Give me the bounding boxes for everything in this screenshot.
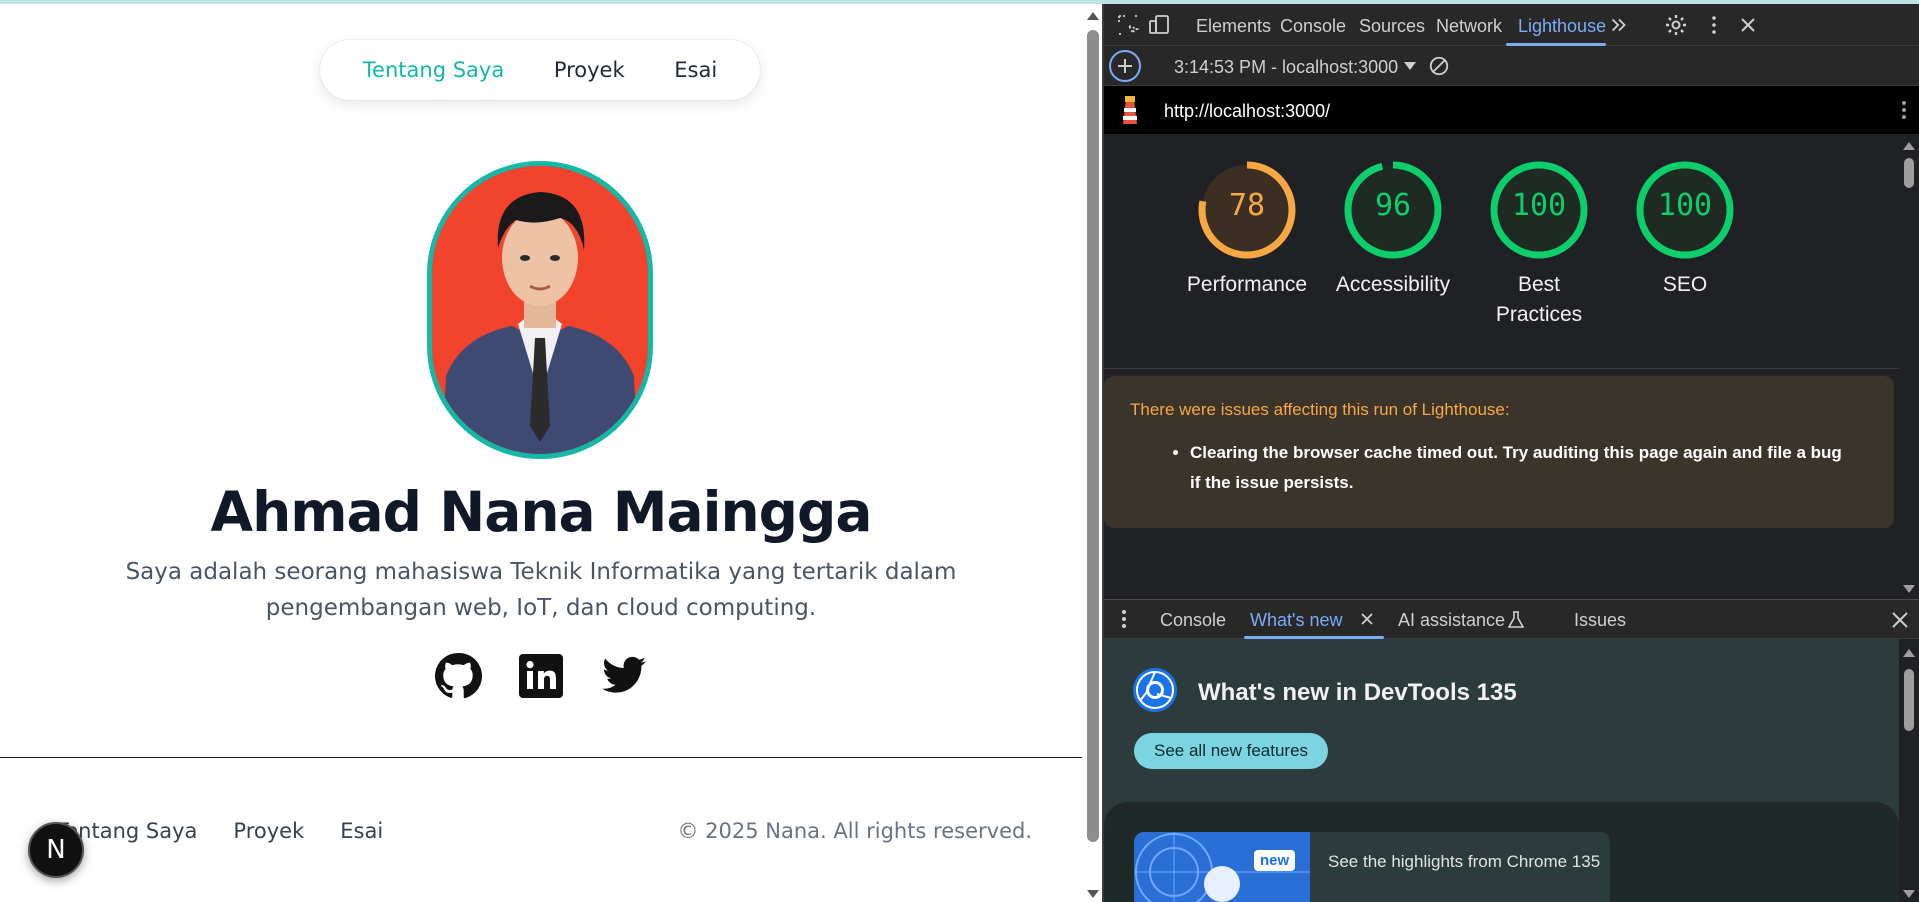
nav-link-esai[interactable]: Esai	[674, 58, 717, 82]
close-tab-icon[interactable]	[1360, 612, 1374, 626]
scroll-down-arrow-icon[interactable]	[1087, 890, 1099, 898]
drawer-scrollbar-thumb[interactable]	[1904, 669, 1914, 731]
score-label: Best Practices	[1495, 273, 1583, 326]
nextjs-dev-badge[interactable]: N	[28, 822, 84, 878]
drawer-tab-issues[interactable]: Issues	[1574, 610, 1626, 631]
lighthouse-report: 78 Performance 96 Accessibility 100 Best…	[1104, 134, 1899, 599]
score-value: 78	[1228, 188, 1266, 223]
footer-divider	[0, 757, 1082, 758]
scroll-up-arrow-icon[interactable]	[1903, 649, 1915, 657]
twitter-icon[interactable]	[600, 652, 648, 700]
page-scrollbar-thumb[interactable]	[1087, 30, 1099, 842]
chevron-down-icon[interactable]	[1404, 62, 1416, 70]
report-scrollbar-thumb[interactable]	[1904, 158, 1914, 188]
whats-new-title: What's new in DevTools 135	[1198, 679, 1517, 706]
page-scrollbar[interactable]	[1082, 4, 1104, 902]
report-menu-kebab-icon[interactable]	[1894, 98, 1914, 122]
experiment-flask-icon	[1508, 611, 1524, 628]
github-icon[interactable]	[434, 652, 483, 700]
run-warnings: There were issues affecting this run of …	[1104, 376, 1894, 528]
device-toolbar-icon[interactable]	[1148, 13, 1172, 37]
score-value: 100	[1511, 188, 1567, 223]
more-tabs-chevron-icon[interactable]	[1608, 14, 1630, 36]
score-label: Performance	[1186, 273, 1308, 296]
audited-url: http://localhost:3000/	[1164, 101, 1331, 121]
tab-network[interactable]: Network	[1436, 16, 1502, 37]
profile-photo-illustration	[432, 166, 648, 454]
nav-link-proyek[interactable]: Proyek	[554, 58, 625, 82]
drawer-tab-ai-assistance[interactable]: AI assistance	[1398, 610, 1505, 631]
warning-item: Clearing the browser cache timed out. Tr…	[1190, 438, 1850, 498]
main-nav: Tentang Saya Proyek Esai	[320, 40, 760, 100]
score-label: SEO	[1662, 273, 1708, 296]
score-value: 100	[1657, 188, 1713, 223]
devtools-main-tabs: Elements Console Sources Network Lightho…	[1104, 4, 1919, 46]
profile-bio: Saya adalah seorang mahasiswa Teknik Inf…	[125, 559, 957, 621]
nav-link-tentang-saya[interactable]: Tentang Saya	[363, 58, 504, 82]
tab-sources[interactable]: Sources	[1359, 16, 1425, 37]
scroll-up-arrow-icon[interactable]	[1903, 142, 1915, 150]
tab-lighthouse[interactable]: Lighthouse	[1518, 16, 1606, 37]
scroll-up-arrow-icon[interactable]	[1087, 12, 1099, 20]
linkedin-icon[interactable]	[517, 652, 565, 700]
drawer-menu-kebab-icon[interactable]	[1116, 608, 1132, 630]
footer-link-proyek[interactable]: Proyek	[233, 819, 304, 843]
close-drawer-icon[interactable]	[1890, 610, 1910, 630]
score-value: 96	[1374, 188, 1412, 223]
chrome-devtools-logo-icon	[1133, 668, 1177, 712]
web-page: Tentang Saya Proyek Esai Ahmad Nana Main…	[0, 4, 1082, 902]
see-all-features-button[interactable]: See all new features	[1134, 733, 1329, 769]
report-scrollbar[interactable]	[1899, 134, 1919, 599]
scroll-down-arrow-icon[interactable]	[1903, 585, 1915, 593]
new-report-plus-icon[interactable]	[1108, 49, 1142, 83]
drawer-tabs: Console What's new AI assistance Issues	[1104, 599, 1919, 639]
new-badge: new	[1254, 850, 1296, 871]
warning-heading: There were issues affecting this run of …	[1130, 400, 1510, 419]
score-label: Accessibility	[1335, 273, 1451, 296]
whats-new-panel: What's new in DevTools 135 See all new f…	[1104, 639, 1899, 902]
inspect-element-icon[interactable]	[1116, 13, 1140, 37]
report-url-bar: http://localhost:3000/	[1104, 86, 1919, 134]
footer-nav: Tentang Saya Proyek Esai	[56, 819, 383, 843]
highlight-video-link[interactable]: new See the highlights from Chrome 135	[1134, 832, 1610, 902]
close-devtools-icon[interactable]	[1736, 13, 1760, 37]
tab-console[interactable]: Console	[1280, 16, 1346, 37]
score-gauge-performance[interactable]: 78 Performance	[1182, 160, 1312, 300]
copyright-text: © 2025 Nana. All rights reserved.	[677, 819, 1032, 843]
settings-gear-icon[interactable]	[1664, 13, 1688, 37]
tab-elements[interactable]: Elements	[1196, 16, 1271, 37]
highlight-text: See the highlights from Chrome 135	[1328, 852, 1601, 871]
lighthouse-toolbar: 3:14:53 PM - localhost:3000	[1104, 46, 1919, 86]
warning-list: Clearing the browser cache timed out. Tr…	[1190, 438, 1868, 498]
score-gauge-accessibility[interactable]: 96 Accessibility	[1328, 160, 1458, 300]
scroll-down-arrow-icon[interactable]	[1903, 890, 1915, 898]
clear-reports-icon[interactable]	[1428, 55, 1450, 77]
score-gauge-best-practices[interactable]: 100 Best Practices	[1474, 160, 1604, 330]
score-gauge-seo[interactable]: 100 SEO	[1620, 160, 1750, 300]
customize-kebab-icon[interactable]	[1702, 13, 1726, 37]
report-separator	[1104, 368, 1899, 369]
drawer-scrollbar[interactable]	[1899, 639, 1919, 902]
drawer-tab-whats-new[interactable]: What's new	[1250, 610, 1342, 631]
devtools-panel: Elements Console Sources Network Lightho…	[1104, 4, 1919, 902]
report-selector[interactable]: 3:14:53 PM - localhost:3000	[1174, 57, 1398, 78]
profile-photo	[427, 161, 653, 459]
highlights-card: new See the highlights from Chrome 135	[1104, 802, 1899, 902]
drawer-tab-console[interactable]: Console	[1160, 610, 1226, 631]
footer-link-esai[interactable]: Esai	[340, 819, 383, 843]
lighthouse-logo-icon	[1123, 96, 1137, 124]
social-links	[434, 652, 648, 700]
profile-name: Ahmad Nana Maingga	[210, 480, 873, 544]
